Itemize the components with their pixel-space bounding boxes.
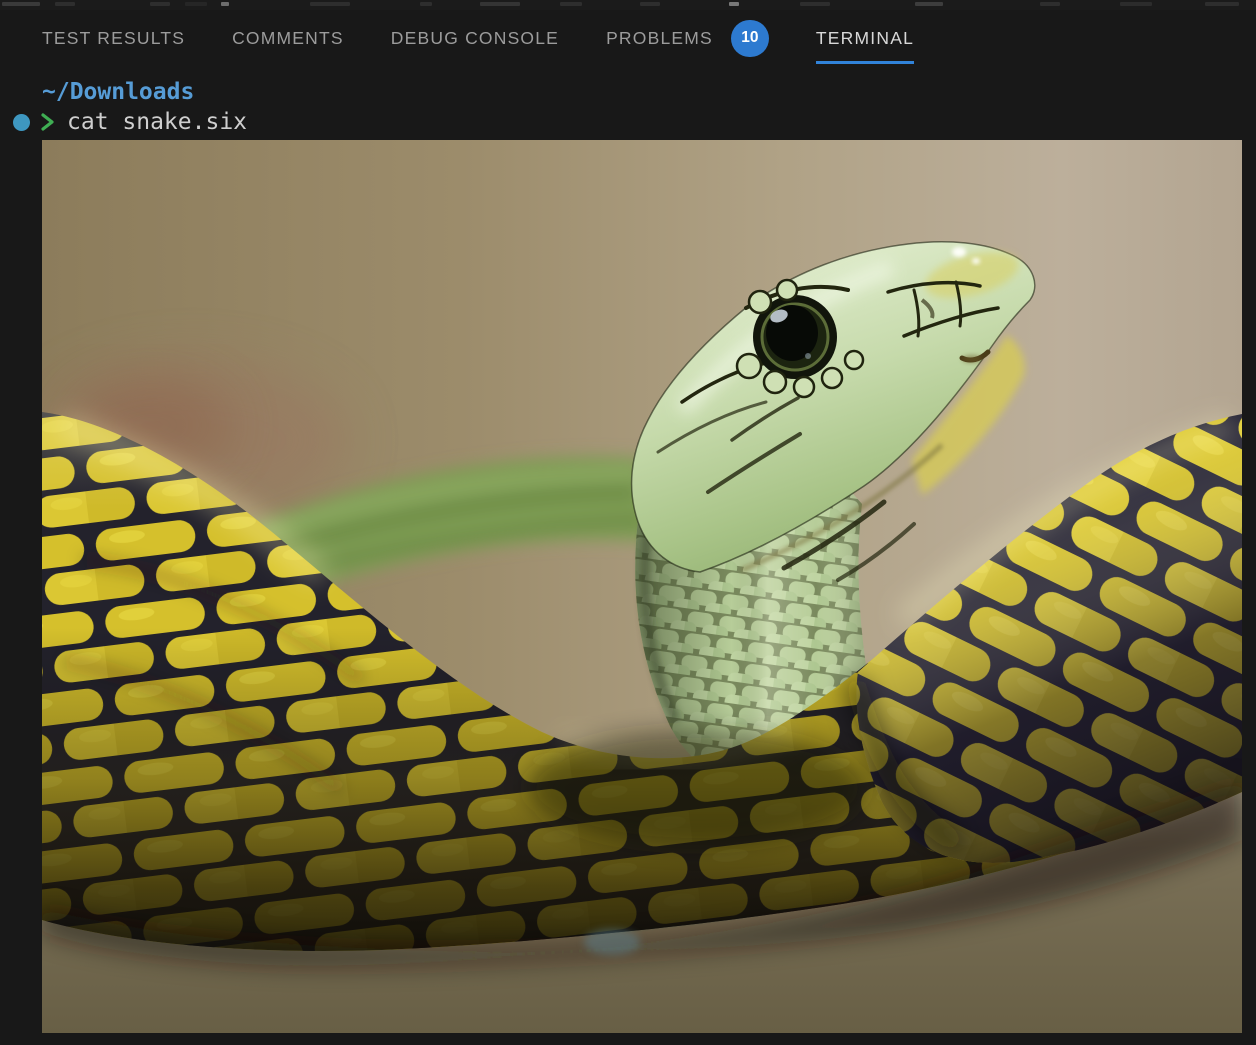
terminal-command-line[interactable]: cat snake.six [40,109,247,135]
tab-comments[interactable]: COMMENTS [232,12,344,64]
prompt-chevron-icon [40,111,55,133]
command-decoration-dot[interactable] [13,114,30,131]
tab-problems-label: PROBLEMS [606,28,713,49]
teal-smudge [584,929,640,955]
terminal-sixel-image [42,140,1242,1033]
terminal-cwd: ~/Downloads [42,79,194,105]
neck-contact-shadow [527,730,867,846]
tab-terminal[interactable]: TERMINAL [816,12,914,64]
terminal-command-text: cat snake.six [67,109,247,135]
tab-test-results[interactable]: TEST RESULTS [42,12,185,64]
tab-debug-console[interactable]: DEBUG CONSOLE [391,12,559,64]
tab-problems[interactable]: PROBLEMS 10 [606,12,769,64]
panel-tabbar: TEST RESULTS COMMENTS DEBUG CONSOLE PROB… [0,10,1256,66]
editor-edge-sliver [0,0,1256,10]
problems-count-badge: 10 [731,20,769,57]
snake-photo [42,140,1242,1033]
